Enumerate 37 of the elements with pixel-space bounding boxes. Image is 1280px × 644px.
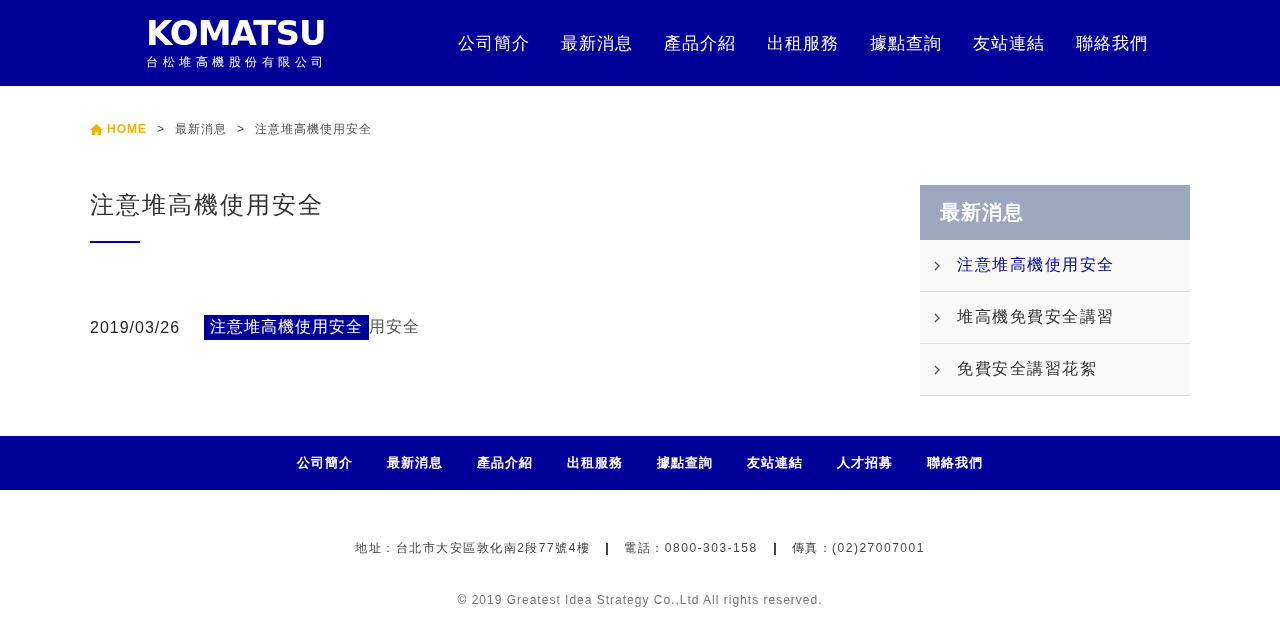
- nav-link[interactable]: 產品介紹: [664, 31, 736, 55]
- nav-link[interactable]: 公司簡介: [458, 31, 530, 55]
- footer-nav-link[interactable]: 最新消息: [387, 454, 443, 472]
- footer-nav-link[interactable]: 人才招募: [837, 454, 893, 472]
- home-icon: [90, 123, 103, 135]
- breadcrumb-current: 注意堆高機使用安全: [255, 120, 373, 138]
- copyright: © 2019 Greatest Idea Strategy Co.,Ltd All rights reserved.: [456, 593, 824, 607]
- footer-nav-link[interactable]: 出租服務: [567, 454, 623, 472]
- chevron-icon: [934, 364, 941, 375]
- contact-info: 地址：台北市大安區敦化南2段77號4樓: [355, 540, 591, 557]
- footer-nav-link[interactable]: 友站連結: [747, 454, 803, 472]
- post-title[interactable]: 用安全: [369, 317, 421, 338]
- sidebar-item[interactable]: 免費安全講習花絮: [920, 344, 1190, 396]
- komatsu-logo[interactable]: KOMATSU: [146, 15, 326, 50]
- footer-nav-link[interactable]: 產品介紹: [477, 454, 533, 472]
- page-title: 注意堆高機使用安全: [90, 190, 325, 220]
- nav-link[interactable]: 出租服務: [767, 31, 839, 55]
- company-name: 台松堆高機股份有限公司: [146, 53, 328, 71]
- chevron-icon: [934, 260, 941, 271]
- breadcrumb-separator: >: [237, 122, 246, 136]
- breadcrumb-link[interactable]: 最新消息: [175, 120, 227, 138]
- breadcrumb-separator: >: [157, 122, 165, 136]
- post-title-highlight[interactable]: 注意堆高機使用安全: [204, 315, 370, 340]
- contact-info: 電話：0800-303-158: [624, 540, 758, 557]
- nav-link[interactable]: 友站連結: [973, 31, 1045, 55]
- contact-info: 傳真：(02)27007001: [791, 540, 925, 557]
- footer-nav-link[interactable]: 公司簡介: [297, 454, 353, 472]
- sidebar-item[interactable]: 堆高機免費安全講習: [920, 292, 1190, 344]
- footer-nav-link[interactable]: 據點查詢: [657, 454, 713, 472]
- nav-link[interactable]: 聯絡我們: [1076, 31, 1148, 55]
- footer-nav-link[interactable]: 聯絡我們: [927, 454, 983, 472]
- nav-link[interactable]: 最新消息: [561, 31, 633, 55]
- chevron-icon: [934, 312, 941, 323]
- nav-link[interactable]: 據點查詢: [870, 31, 942, 55]
- sidebar-heading: 最新消息: [920, 185, 1190, 240]
- sidebar-item[interactable]: 注意堆高機使用安全: [920, 240, 1190, 292]
- post-date: 2019/03/26: [90, 318, 181, 337]
